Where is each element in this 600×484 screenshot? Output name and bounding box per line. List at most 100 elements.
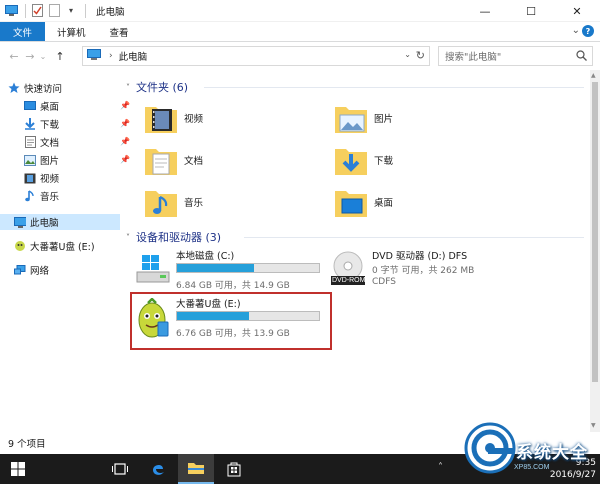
scroll-up-arrow-icon[interactable]: ▲ (591, 72, 596, 79)
nav-label: 快速访问 (24, 84, 63, 95)
close-button[interactable]: ✕ (554, 0, 600, 22)
maximize-button[interactable]: ☐ (508, 0, 554, 22)
desktop-icon (24, 100, 36, 112)
start-button[interactable] (0, 454, 36, 484)
drive-space-info: 6.84 GB 可用，共 14.9 GB (176, 281, 290, 291)
drive-space-info: 6.76 GB 可用，共 13.9 GB (176, 329, 290, 339)
computer-icon (14, 216, 26, 228)
nav-label: 下载 (40, 120, 60, 131)
group-title: 文件夹 (6) (136, 81, 189, 94)
drive-d[interactable]: DVD-ROM DVD 驱动器 (D:) DFS 0 字节 可用，共 262 M… (330, 248, 510, 292)
watermark-logo-icon (464, 422, 516, 474)
computer-icon (87, 49, 101, 63)
tab-file[interactable]: 文件 (0, 22, 46, 41)
recent-locations-button[interactable]: ⌄ (38, 52, 48, 61)
new-folder-icon[interactable] (47, 4, 61, 18)
folder-label: 桌面 (374, 198, 394, 209)
address-dropdown-icon[interactable]: ⌄ (404, 50, 411, 59)
tab-computer[interactable]: 计算机 (45, 22, 98, 41)
help-icon[interactable]: ? (582, 25, 594, 37)
window-title: 此电脑 (96, 6, 125, 18)
drive-space-info: 0 字节 可用，共 262 MB (372, 266, 475, 276)
network-icon (14, 264, 26, 276)
nav-label: 此电脑 (30, 218, 59, 229)
toolbar-separator (25, 3, 26, 18)
ribbon-expand-icon[interactable]: ⌄ (572, 25, 580, 36)
quick-access-toolbar: ▾ (0, 0, 90, 22)
folder-downloads[interactable]: 下载 (334, 140, 393, 180)
folder-label: 视频 (184, 114, 204, 125)
document-folder-icon (144, 143, 178, 177)
group-divider (244, 237, 584, 238)
nav-label: 网络 (30, 266, 50, 277)
folder-label: 图片 (374, 114, 394, 125)
drive-name: 本地磁盘 (C:) (176, 251, 235, 262)
download-folder-icon (334, 143, 368, 177)
customize-dropdown-icon[interactable]: ▾ (64, 4, 78, 18)
tab-view[interactable]: 查看 (98, 22, 141, 41)
usage-fill (177, 264, 254, 272)
breadcrumb-chevron-icon[interactable]: › (109, 51, 113, 61)
tray-expand-icon[interactable]: ˄ (438, 462, 443, 473)
edge-browser-button[interactable] (140, 454, 176, 484)
nav-network[interactable]: 网络 (14, 262, 132, 278)
address-bar[interactable]: › 此电脑 ⌄ ↻ (82, 46, 430, 66)
nav-this-pc[interactable]: 此电脑 (0, 214, 120, 230)
content-area: ˅ 文件夹 (6) 视频 图片 文档 下载 音乐 桌面 ˅ 设备和驱动器 (3)… (120, 70, 590, 432)
group-divider (204, 87, 584, 88)
forward-button[interactable]: → (22, 50, 38, 63)
nav-label: 大番薯U盘 (E:) (30, 242, 95, 253)
watermark-text: 系统大全 (516, 443, 588, 463)
devices-group-header[interactable]: ˅ 设备和驱动器 (3) (126, 229, 221, 245)
music-folder-icon (144, 185, 178, 219)
drive-e[interactable]: 大番薯U盘 (E:) 6.76 GB 可用，共 13.9 GB (134, 296, 324, 344)
search-icon (576, 50, 587, 64)
vertical-scrollbar[interactable]: ▲ ▼ (590, 70, 600, 432)
picture-icon (24, 154, 36, 166)
folder-label: 音乐 (184, 198, 204, 209)
dvd-icon: DVD-ROM (330, 250, 368, 291)
drive-c[interactable]: 本地磁盘 (C:) 6.84 GB 可用，共 14.9 GB (134, 248, 324, 291)
search-placeholder: 搜索"此电脑" (445, 52, 502, 63)
drive-usage-bar (176, 263, 320, 273)
video-icon (24, 172, 36, 184)
collapse-chevron-icon[interactable]: ˅ (126, 83, 130, 92)
ribbon-tabs: 文件 计算机 查看 ⌄ ? (0, 22, 600, 42)
folders-group-header[interactable]: ˅ 文件夹 (6) (126, 79, 188, 95)
task-view-button[interactable] (102, 454, 138, 484)
search-input[interactable]: 搜索"此电脑" (438, 46, 593, 66)
item-count: 9 个项目 (8, 439, 46, 450)
document-icon (24, 136, 36, 148)
address-row: ← → ⌄ ↑ › 此电脑 ⌄ ↻ 搜索"此电脑" (0, 42, 600, 70)
up-button[interactable]: ↑ (52, 50, 68, 63)
music-note-icon (24, 190, 36, 202)
refresh-icon[interactable]: ↻ (416, 49, 425, 62)
navigation-pane: 快速访问 桌面 📌 下载 📌 文档 📌 图片 📌 视频 音乐 此电脑 大番薯U盘… (0, 70, 130, 432)
nav-label: 音乐 (40, 192, 60, 203)
properties-icon[interactable] (30, 4, 44, 18)
nav-label: 图片 (40, 156, 60, 167)
breadcrumb-this-pc[interactable]: 此电脑 (119, 49, 148, 63)
nav-quick-access[interactable]: 快速访问 (8, 80, 126, 96)
nav-usb-drive[interactable]: 大番薯U盘 (E:) (14, 238, 132, 254)
nav-label: 视频 (40, 174, 60, 185)
download-arrow-icon (24, 118, 36, 130)
computer-icon[interactable] (4, 4, 18, 18)
folder-music[interactable]: 音乐 (144, 182, 203, 222)
usb-mascot-icon (134, 297, 172, 345)
scroll-thumb[interactable] (592, 82, 598, 382)
folder-desktop[interactable]: 桌面 (334, 182, 393, 222)
folder-documents[interactable]: 文档 (144, 140, 203, 180)
collapse-chevron-icon[interactable]: ˅ (126, 233, 130, 242)
hard-disk-icon (134, 252, 172, 287)
file-explorer-button[interactable] (178, 454, 214, 484)
group-title: 设备和驱动器 (3) (136, 231, 222, 244)
window-controls: — ☐ ✕ (462, 0, 600, 22)
minimize-button[interactable]: — (462, 0, 508, 22)
folder-pictures[interactable]: 图片 (334, 98, 393, 138)
search-cortana-button[interactable] (36, 454, 96, 484)
store-button[interactable] (216, 454, 252, 484)
dvd-label: DVD-ROM (332, 277, 366, 284)
folder-videos[interactable]: 视频 (144, 98, 203, 138)
back-button[interactable]: ← (6, 50, 22, 63)
